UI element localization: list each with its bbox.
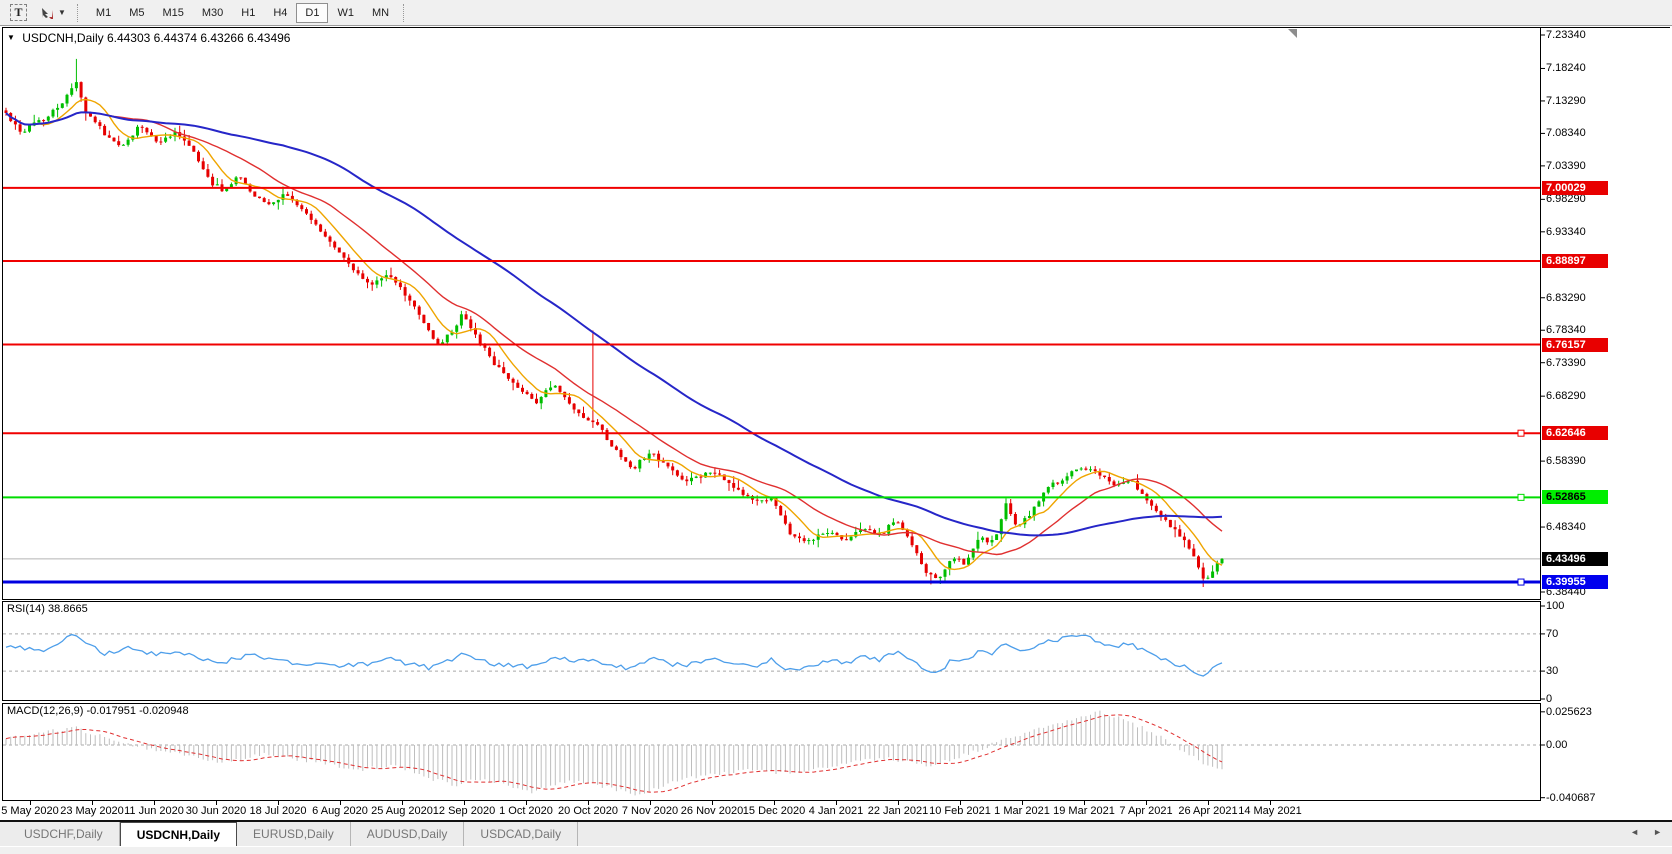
date-axis-label: 4 Jan 2021 [809,805,863,817]
price-level-badge: 6.88897 [1542,254,1608,268]
date-axis-label: 12 Sep 2020 [433,805,495,817]
date-axis-label: 1 Mar 2021 [994,805,1050,817]
rsi-axis-tick: 100 [1546,600,1564,612]
mt4-window: T ▼ M1M5M15M30H1H4D1W1MN ▼ USDCNH,Daily … [0,0,1672,854]
date-axis-label: 18 Jul 2020 [250,805,307,817]
price-level-badge: 6.62646 [1542,426,1608,440]
price-axis-tick: 7.18240 [1546,62,1586,74]
tab-scroll-left-button[interactable]: ◄ [1630,827,1639,837]
date-axis-label: 6 Aug 2020 [312,805,368,817]
date-axis-label: 14 May 2021 [1238,805,1302,817]
chart-title: USDCNH,Daily [22,31,103,45]
current-price-badge: 6.43496 [1542,552,1608,566]
date-axis-label: 26 Nov 2020 [681,805,743,817]
rsi-axis-tick: 70 [1546,628,1558,640]
chart-area[interactable]: ▼ USDCNH,Daily 6.44303 6.44374 6.43266 6… [0,0,1672,822]
rsi-value: 38.8665 [48,603,88,615]
price-axis-tick: 6.58390 [1546,455,1586,467]
chart-shift-marker-icon [1288,29,1297,38]
macd-axis-tick: 0.00 [1546,739,1567,751]
date-axis-label: 7 Nov 2020 [622,805,678,817]
date-axis-label: 22 Jan 2021 [868,805,929,817]
price-level-badge: 7.00029 [1542,181,1608,195]
rsi-axis-tick: 0 [1546,693,1552,705]
price-axis-tick: 7.13290 [1546,95,1586,107]
date-axis-label: 5 May 2020 [1,805,58,817]
price-axis-tick: 6.78340 [1546,324,1586,336]
date-axis-label: 20 Oct 2020 [558,805,618,817]
symbol-dropdown-icon[interactable]: ▼ [7,33,15,42]
tab-scroll-arrows: ◄ ► [1630,827,1662,837]
rsi-indicator-name: RSI(14) [7,603,45,615]
date-axis-label: 25 Aug 2020 [371,805,433,817]
tab-scroll-right-button[interactable]: ► [1653,827,1662,837]
date-axis-label: 26 Apr 2021 [1178,805,1237,817]
macd-indicator-name: MACD(12,26,9) [7,705,83,717]
date-axis-label: 11 Jun 2020 [124,805,184,817]
chart-tab-usdcnh[interactable]: USDCNH,Daily [120,822,237,846]
price-axis-tick: 7.23340 [1546,29,1586,41]
price-axis-tick: 6.98290 [1546,193,1586,205]
macd-label: MACD(12,26,9) -0.017951 -0.020948 [7,705,189,717]
rsi-label: RSI(14) 38.8665 [7,603,88,615]
date-axis-label: 7 Apr 2021 [1119,805,1172,817]
ohlc-values: 6.44303 6.44374 6.43266 6.43496 [107,31,291,45]
rsi-axis-tick: 30 [1546,665,1558,677]
date-axis-label: 23 May 2020 [60,805,124,817]
chart-canvas[interactable] [0,0,1672,822]
chart-tab-audusd[interactable]: AUDUSD,Daily [351,822,465,846]
date-axis-label: 19 Mar 2021 [1053,805,1115,817]
price-axis-tick: 6.48340 [1546,521,1586,533]
date-axis-label: 1 Oct 2020 [499,805,553,817]
price-axis-tick: 6.93340 [1546,226,1586,238]
macd-values: -0.017951 -0.020948 [86,705,188,717]
price-axis-tick: 6.73390 [1546,357,1586,369]
macd-axis-tick: -0.040687 [1546,792,1596,804]
price-axis-tick: 7.08340 [1546,127,1586,139]
price-level-badge: 6.76157 [1542,338,1608,352]
bottom-strip [0,846,1672,854]
date-axis-label: 15 Dec 2020 [743,805,805,817]
date-axis-label: 30 Jun 2020 [186,805,247,817]
chart-tab-usdcad[interactable]: USDCAD,Daily [464,822,578,846]
date-axis-label: 10 Feb 2021 [929,805,991,817]
price-level-badge: 6.39955 [1542,575,1608,589]
macd-axis-tick: 0.025623 [1546,706,1592,718]
price-axis-tick: 6.83290 [1546,292,1586,304]
chart-tab-usdchf[interactable]: USDCHF,Daily [8,822,120,846]
price-axis-tick: 6.68290 [1546,390,1586,402]
price-axis-tick: 7.03390 [1546,160,1586,172]
price-level-badge: 6.52865 [1542,490,1608,504]
chart-tab-bar: USDCHF,DailyUSDCNH,DailyEURUSD,DailyAUDU… [0,820,1672,846]
chart-header: ▼ USDCNH,Daily 6.44303 6.44374 6.43266 6… [7,31,290,45]
chart-tab-eurusd[interactable]: EURUSD,Daily [237,822,351,846]
